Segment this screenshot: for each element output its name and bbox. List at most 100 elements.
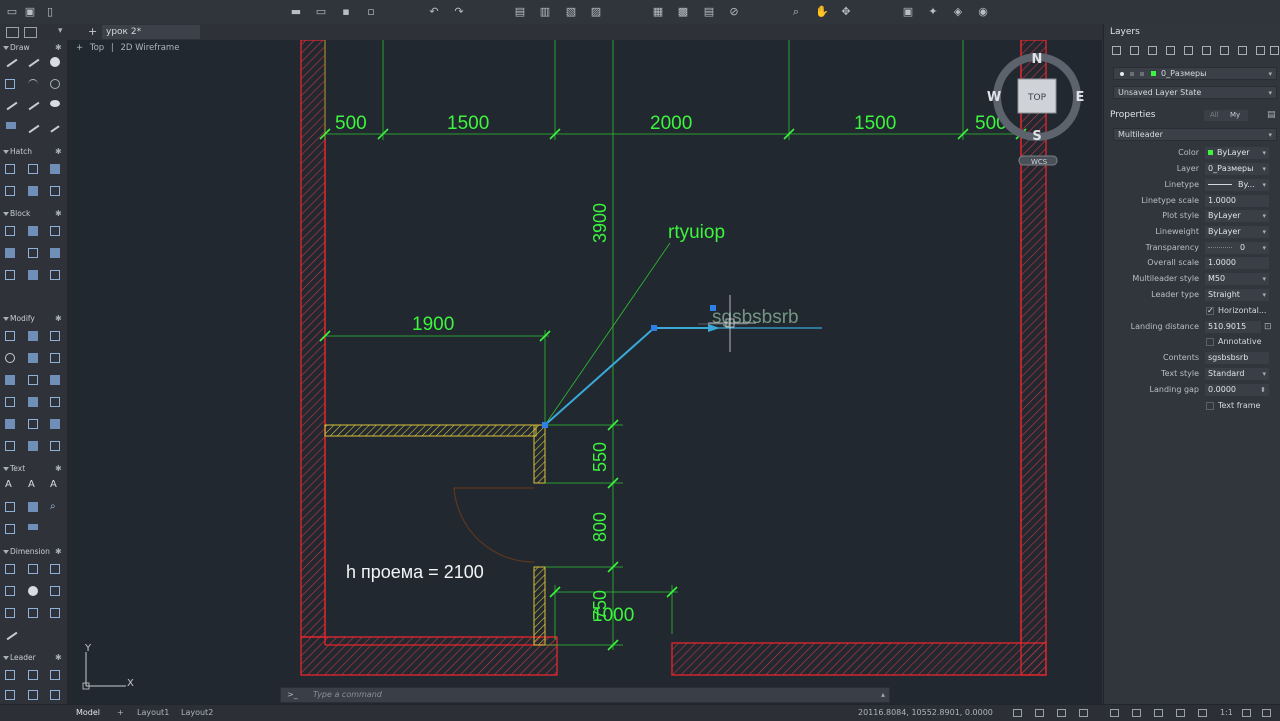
visual-style-label[interactable]: 2D Wireframe — [120, 43, 179, 53]
tolerance-icon[interactable] — [50, 608, 60, 618]
define-attribute-icon[interactable] — [5, 248, 15, 258]
extend-tool-icon[interactable] — [28, 375, 38, 385]
chevron-up-icon[interactable]: ▴ — [881, 688, 885, 702]
otrack-icon[interactable] — [1132, 709, 1141, 717]
pick-point-icon[interactable]: ⊡ — [1264, 320, 1272, 334]
dim-top-4[interactable]: 1500 — [854, 113, 896, 134]
zoom-icon[interactable]: ⌕ — [790, 6, 802, 18]
command-input[interactable]: Type a command — [313, 688, 382, 702]
section-hatch[interactable]: Hatch ✱ — [0, 146, 67, 158]
angular-dimension-icon[interactable] — [50, 564, 60, 574]
gear-icon[interactable]: ✱ — [55, 546, 62, 558]
dropdown-icon[interactable]: ▾ — [58, 27, 65, 36]
crop-icon[interactable]: ▣ — [24, 6, 36, 18]
interior-partition[interactable] — [324, 424, 546, 646]
prop-row-horizontal[interactable]: ✓ Horizontal... — [1104, 304, 1280, 318]
lineweight-icon[interactable] — [1154, 709, 1163, 717]
manage-attributes-icon[interactable] — [28, 248, 38, 258]
tab-document[interactable]: урок 2* — [102, 25, 200, 39]
tab-layout2[interactable]: Layout2 — [181, 705, 213, 721]
visual-styles-icon[interactable]: ◉ — [977, 6, 989, 18]
donut-tool-icon[interactable] — [50, 100, 60, 107]
edit-text-icon[interactable] — [5, 502, 15, 512]
undo-icon[interactable]: ↶ — [428, 6, 440, 18]
materials-icon[interactable]: ◈ — [952, 6, 964, 18]
dim-800[interactable]: 800 — [590, 512, 610, 542]
new-layer-icon[interactable] — [1112, 46, 1121, 55]
grip[interactable] — [710, 305, 716, 311]
spline-tool-icon[interactable] — [28, 124, 40, 134]
ellipse-tool-icon[interactable] — [50, 79, 60, 89]
prop-row-landing-distance[interactable]: Landing distance 510.9015 ⊡ — [1104, 320, 1280, 334]
annotative-checkbox[interactable] — [1206, 338, 1214, 346]
link-icon[interactable]: ⊘ — [728, 6, 740, 18]
mtext-tool-icon[interactable]: A — [5, 480, 15, 490]
grip[interactable] — [542, 422, 548, 428]
remove-leader-icon[interactable] — [50, 670, 60, 680]
line-tool-icon[interactable] — [6, 58, 18, 68]
arc-tool-icon[interactable] — [28, 79, 38, 90]
dim-top-2[interactable]: 1500 — [447, 113, 489, 134]
quick-select-icon[interactable]: ▤ — [1267, 110, 1276, 120]
prop-row-overall-scale[interactable]: Overall scale 1.0000 — [1104, 256, 1280, 270]
freeze-icon[interactable] — [1238, 46, 1247, 55]
array-tool-icon[interactable] — [50, 375, 60, 385]
tab-model[interactable]: Model — [76, 705, 100, 721]
render-icon[interactable]: ▣ — [902, 6, 914, 18]
add-layout-button[interactable]: + — [117, 705, 124, 721]
section-dimension[interactable]: Dimension ✱ — [0, 546, 67, 558]
prop-row-layer[interactable]: Layer 0_Размеры ▾ — [1104, 162, 1280, 176]
section-leader[interactable]: Leader ✱ — [0, 652, 67, 664]
text-frame-icon[interactable] — [5, 524, 15, 534]
gear-icon[interactable]: ✱ — [55, 146, 62, 158]
gear-icon[interactable]: ✱ — [55, 463, 62, 475]
linear-dimension-icon[interactable] — [5, 564, 15, 574]
prop-row-lineweight[interactable]: Lineweight ByLayer ▾ — [1104, 225, 1280, 239]
current-layer-select[interactable]: 0_Размеры ▾ — [1113, 67, 1277, 80]
open-file-icon[interactable]: ▭ — [315, 6, 327, 18]
leader-2-text[interactable]: sgsbsbsrb — [712, 307, 799, 328]
prop-row-color[interactable]: Color ByLayer ▾ — [1104, 146, 1280, 160]
delete-layer-icon[interactable] — [1148, 46, 1157, 55]
erase-tool-icon[interactable] — [5, 441, 15, 451]
attach-icon[interactable] — [50, 270, 60, 280]
clip-icon[interactable] — [28, 270, 38, 280]
isolate-icon[interactable] — [1202, 46, 1211, 55]
set-current-icon[interactable] — [1166, 46, 1175, 55]
ordinate-dimension-icon[interactable] — [5, 608, 15, 618]
gradient-tool-icon[interactable] — [28, 164, 38, 174]
new-tab-button[interactable]: + — [88, 25, 97, 39]
new-layer-vp-icon[interactable] — [1130, 46, 1139, 55]
layer-state-select[interactable]: Unsaved Layer State ▾ — [1113, 86, 1277, 99]
redo-icon[interactable]: ↷ — [453, 6, 465, 18]
snap-icon[interactable] — [1035, 709, 1044, 717]
svg-text:E[interactable]: E — [1076, 90, 1085, 105]
chamfer-tool-icon[interactable] — [50, 397, 60, 407]
lengthen-tool-icon[interactable] — [50, 441, 60, 451]
layer-icon[interactable]: ▤ — [703, 6, 715, 18]
section-block[interactable]: Block ✱ — [0, 208, 67, 220]
diameter-dimension-icon[interactable] — [50, 586, 60, 596]
leader-1-text[interactable]: rtyuiop — [668, 222, 725, 243]
prop-row-landing-gap[interactable]: Landing gap 0.0000 ⬍ — [1104, 383, 1280, 397]
tab-layout1[interactable]: Layout1 — [137, 705, 169, 721]
gear-icon[interactable]: ✱ — [55, 313, 62, 325]
copy-tool-icon[interactable] — [28, 331, 38, 341]
dim-1900[interactable]: 1900 — [412, 314, 454, 335]
prop-row-linetype-scale[interactable]: Linetype scale 1.0000 — [1104, 194, 1280, 208]
object-type-select[interactable]: Multileader ▾ — [1113, 128, 1277, 141]
create-block-icon[interactable] — [28, 226, 38, 236]
rectangle-tool-icon[interactable] — [5, 79, 15, 89]
section-modify[interactable]: Modify ✱ — [0, 313, 67, 325]
lock-icon[interactable] — [1256, 46, 1265, 55]
annotation-visibility-icon[interactable] — [1198, 709, 1207, 717]
prop-row-contents[interactable]: Contents sgsbsbsrb — [1104, 351, 1280, 365]
find-text-icon[interactable] — [28, 502, 38, 512]
wipeout-tool-icon[interactable] — [5, 186, 15, 196]
svg-text:W[interactable]: W — [987, 90, 1001, 105]
print-icon[interactable]: ▤ — [514, 6, 526, 18]
point-tool-icon[interactable] — [50, 125, 60, 133]
transparency-slider[interactable] — [1208, 247, 1232, 248]
hatch-tool-icon[interactable] — [5, 164, 15, 174]
fillet-tool-icon[interactable] — [28, 397, 38, 407]
